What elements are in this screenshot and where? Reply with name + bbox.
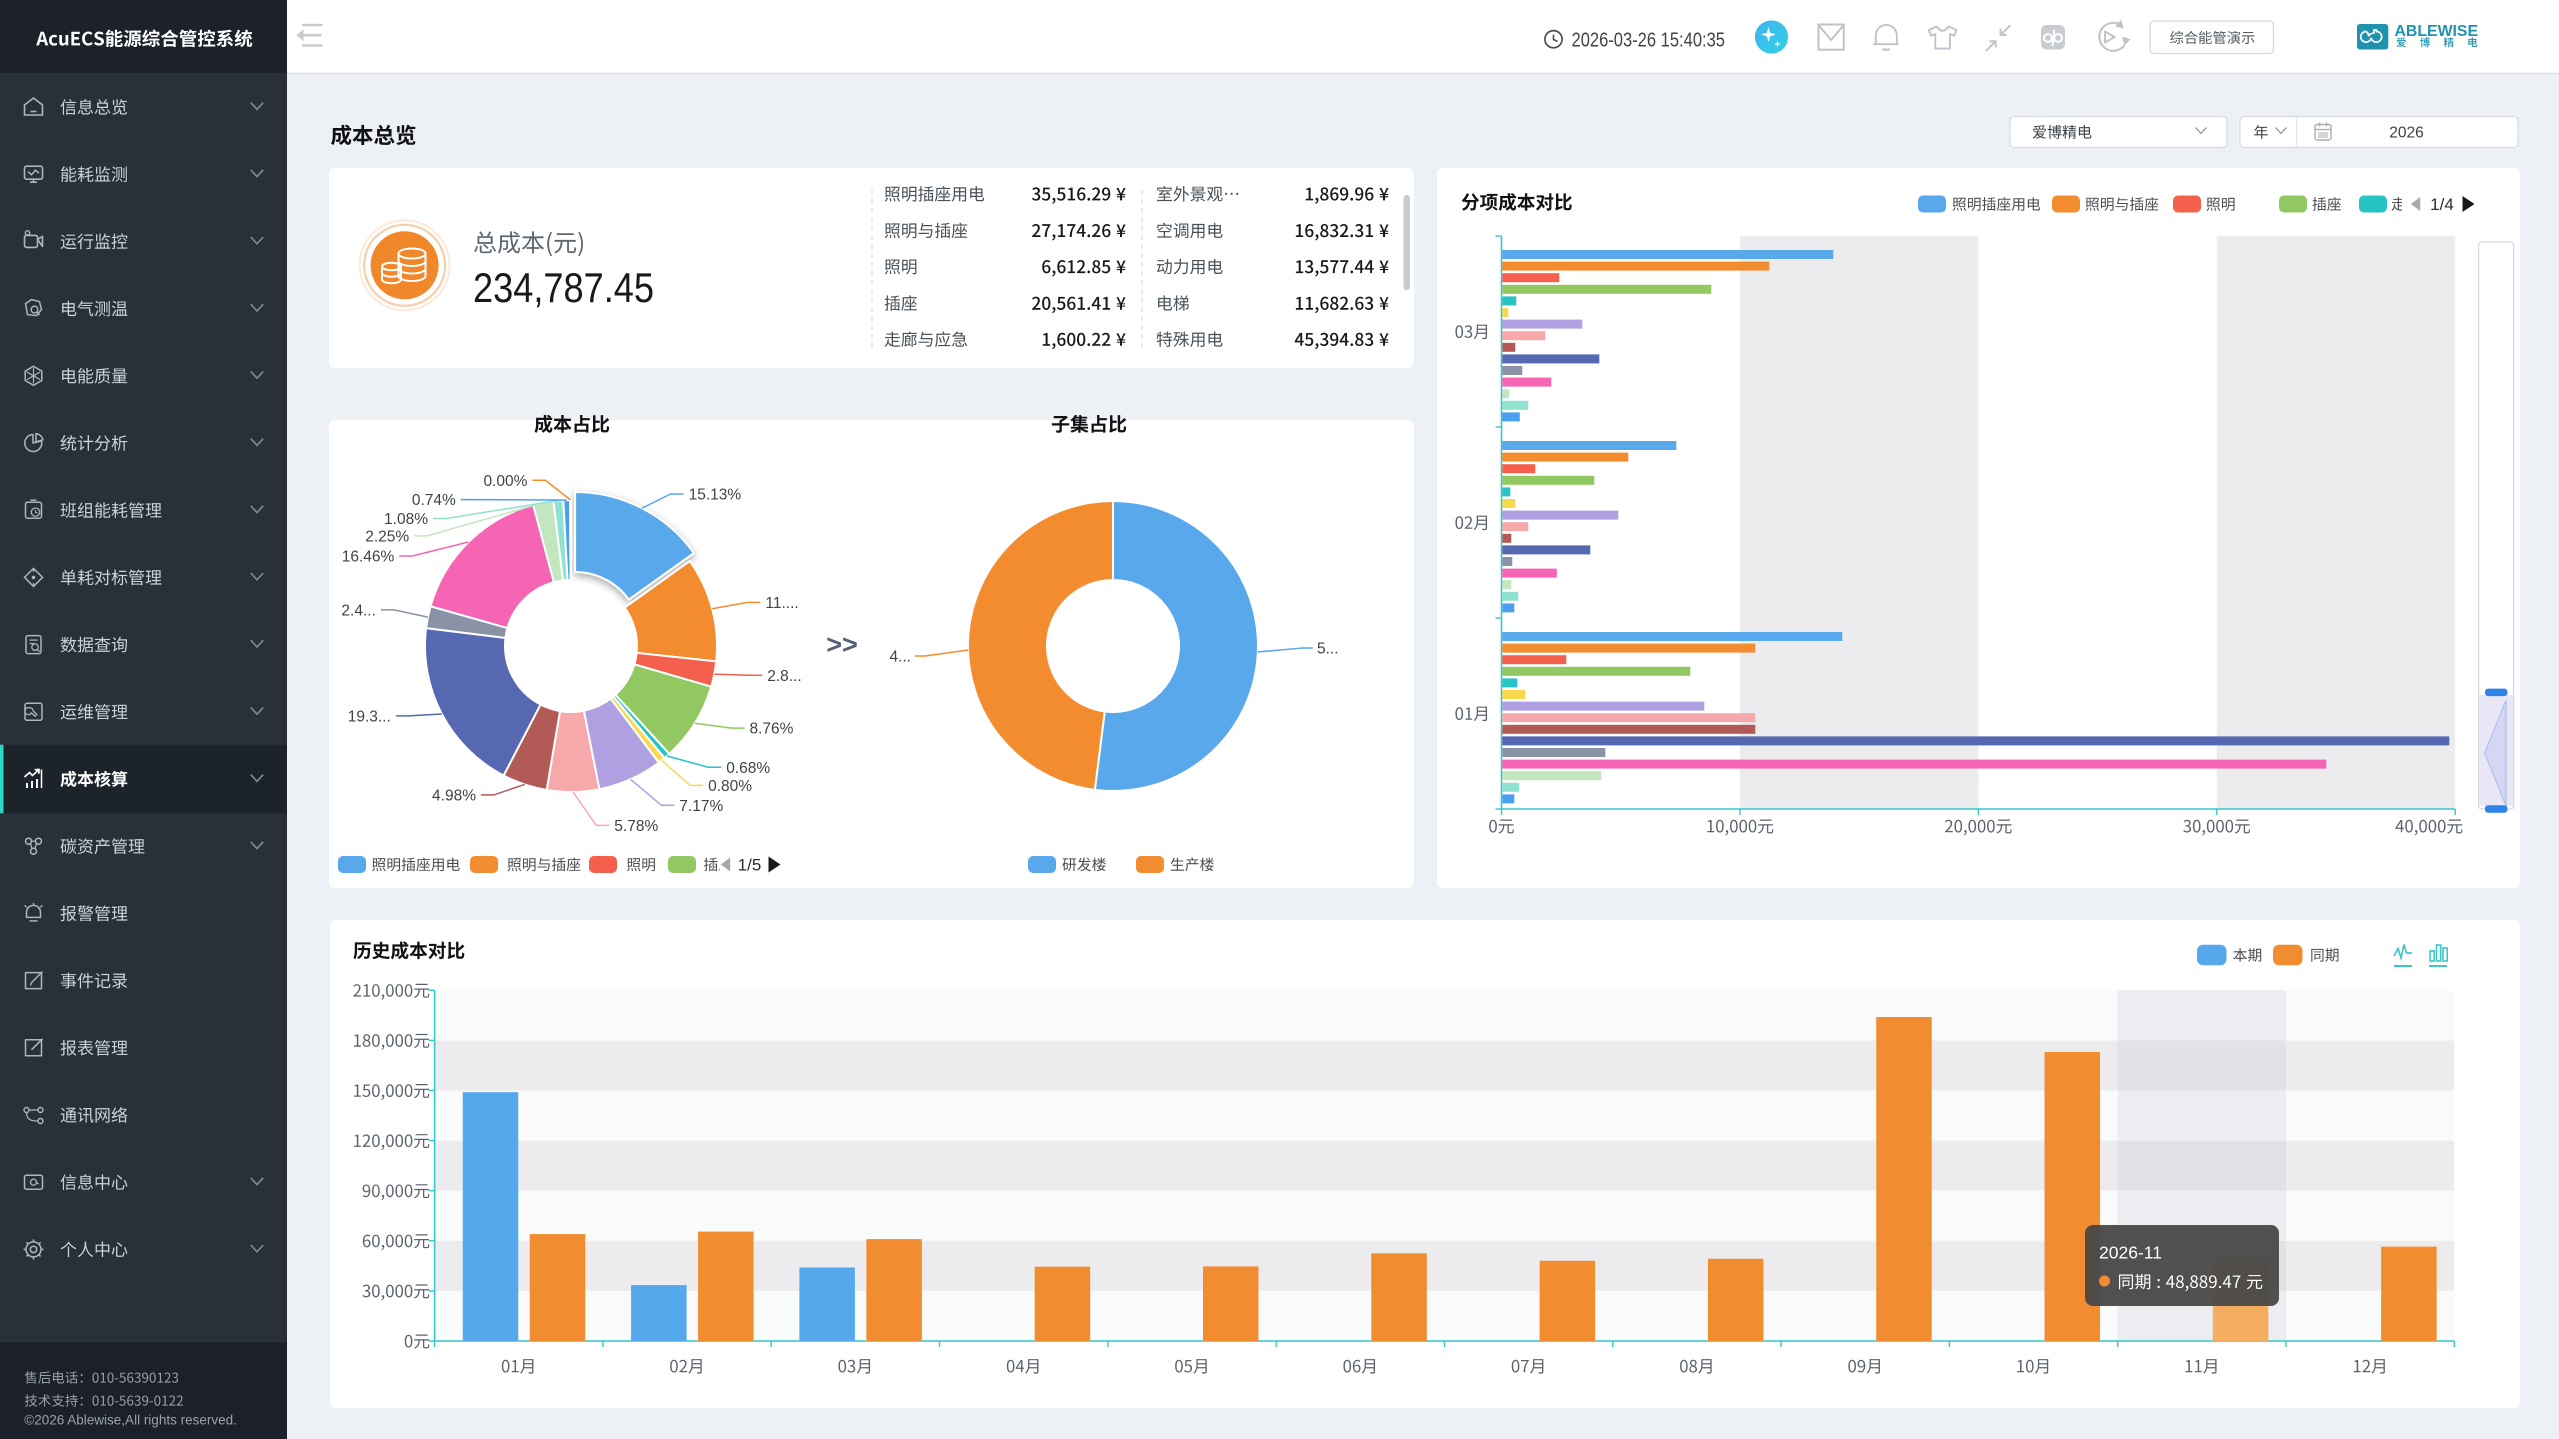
svg-text:2.8...: 2.8... <box>767 668 801 685</box>
svg-text:0.74%: 0.74% <box>412 492 456 509</box>
svg-text:>>: >> <box>826 630 858 660</box>
svg-text:19.3...: 19.3... <box>348 709 391 726</box>
svg-text:8.76%: 8.76% <box>750 721 794 738</box>
svg-text:2026-03-26 15:40:35: 2026-03-26 15:40:35 <box>1572 29 1726 52</box>
svg-text:15.13%: 15.13% <box>689 487 742 504</box>
svg-text:©2026 Ablewise,All rights rese: ©2026 Ablewise,All rights reserved. <box>24 1412 237 1427</box>
svg-text:7.17%: 7.17% <box>679 798 723 815</box>
svg-text:0.80%: 0.80% <box>708 778 752 795</box>
svg-text:0.68%: 0.68% <box>726 760 770 777</box>
svg-text:5.78%: 5.78% <box>614 818 658 835</box>
svg-text:2026: 2026 <box>2389 125 2423 142</box>
svg-text:4.98%: 4.98% <box>432 788 476 805</box>
svg-text:2.25%: 2.25% <box>365 529 409 546</box>
svg-text:5...: 5... <box>1317 641 1339 658</box>
svg-text:11....: 11.... <box>765 595 798 612</box>
svg-text:2.4...: 2.4... <box>341 603 375 620</box>
svg-text:4...: 4... <box>889 649 911 666</box>
svg-text:16.46%: 16.46% <box>342 549 395 566</box>
svg-text:0.00%: 0.00% <box>483 473 527 490</box>
svg-text:1/4: 1/4 <box>2430 195 2454 214</box>
svg-text:234,787.45: 234,787.45 <box>473 264 654 311</box>
svg-text:1/5: 1/5 <box>738 856 762 875</box>
svg-text:ABLEWISE: ABLEWISE <box>2395 23 2479 40</box>
svg-text:2026-11: 2026-11 <box>2099 1242 2162 1262</box>
svg-text:1.08%: 1.08% <box>384 511 428 528</box>
